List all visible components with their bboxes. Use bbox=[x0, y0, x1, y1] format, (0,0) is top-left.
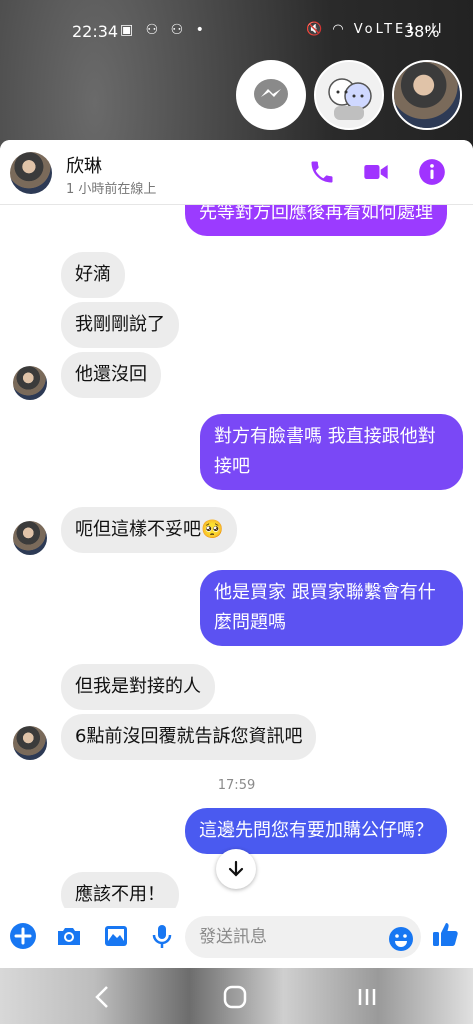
chat-window: 欣琳 1 小時前在線上 先等對方回應後再看如何處理 好滴 我剛剛說了 他還沒回 … bbox=[0, 140, 473, 968]
scroll-to-bottom-button[interactable] bbox=[216, 849, 256, 889]
emoji-icon[interactable] bbox=[388, 926, 414, 952]
message-composer bbox=[0, 908, 473, 968]
video-icon[interactable] bbox=[362, 158, 390, 186]
contact-chathead[interactable] bbox=[392, 60, 462, 130]
thumbs-up-icon[interactable] bbox=[430, 919, 460, 949]
messenger-chathead[interactable] bbox=[236, 60, 306, 130]
contact-photo bbox=[394, 62, 460, 128]
contact-avatar[interactable] bbox=[10, 152, 52, 194]
message-bubble-outgoing[interactable]: 對方有臉書嗎 我直接跟他對 接吧 bbox=[200, 414, 463, 490]
contact-avatar-small[interactable] bbox=[13, 521, 47, 555]
notification-icons: ▣ ⚇ ⚇ • bbox=[120, 22, 208, 38]
message-input[interactable] bbox=[185, 916, 421, 958]
cartoon-avatar-icon bbox=[328, 78, 372, 120]
arrow-down-icon bbox=[228, 860, 244, 877]
plus-icon[interactable] bbox=[9, 922, 37, 950]
contact-name[interactable]: 欣琳 bbox=[66, 152, 102, 178]
message-bubble-incoming[interactable]: 好滴 bbox=[61, 252, 125, 298]
message-line: 他是買家 跟買家聯繫會有什 bbox=[214, 582, 436, 603]
mic-icon[interactable] bbox=[148, 922, 176, 950]
contact-avatar-small[interactable] bbox=[13, 726, 47, 760]
message-bubble-outgoing[interactable]: 這邊先問您有要加購公仔嗎？ bbox=[185, 808, 447, 854]
message-bubble-outgoing[interactable]: 他是買家 跟買家聯繫會有什 麼問題嗎 bbox=[200, 570, 463, 646]
message-bubble-incoming[interactable]: 呃但這樣不妥吧🥺 bbox=[61, 507, 238, 553]
message-bubble-incoming[interactable]: 他還沒回 bbox=[61, 352, 161, 398]
message-line: 對方有臉書嗎 我直接跟他對 bbox=[214, 426, 436, 447]
contact-status: 1 小時前在線上 bbox=[66, 182, 157, 197]
image-icon[interactable] bbox=[102, 922, 130, 950]
battery-level: 38% bbox=[404, 22, 440, 41]
camera-icon[interactable] bbox=[55, 922, 83, 950]
home-icon[interactable] bbox=[220, 982, 250, 1012]
phone-icon[interactable] bbox=[308, 158, 336, 186]
cartoon-chathead[interactable] bbox=[314, 60, 384, 130]
system-nav-bar bbox=[0, 968, 473, 1024]
chat-header: 欣琳 1 小時前在線上 bbox=[0, 140, 473, 205]
message-line: 接吧 bbox=[214, 456, 250, 477]
info-icon[interactable] bbox=[418, 158, 446, 186]
contact-avatar-small[interactable] bbox=[13, 366, 47, 400]
message-bubble-incoming[interactable]: 我剛剛說了 bbox=[61, 302, 179, 348]
message-bubble-incoming[interactable]: 但我是對接的人 bbox=[61, 664, 215, 710]
back-icon[interactable] bbox=[88, 982, 118, 1012]
message-bubble-incoming[interactable]: 6點前沒回覆就告訴您資訊吧 bbox=[61, 714, 317, 760]
message-line: 麼問題嗎 bbox=[214, 612, 286, 633]
messenger-icon bbox=[254, 79, 288, 109]
status-time: 22:34 bbox=[72, 22, 119, 41]
status-bar: 22:34 ▣ ⚇ ⚇ • 🔇 ◠ VoLTE1 ıll 38% bbox=[0, 0, 473, 62]
message-timestamp: 17:59 bbox=[217, 778, 256, 793]
recents-icon[interactable] bbox=[352, 982, 382, 1012]
